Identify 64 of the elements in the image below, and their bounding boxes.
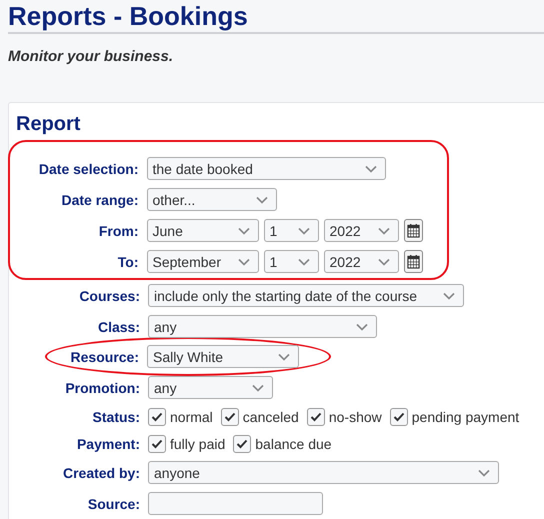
checkbox-label: pending payment xyxy=(412,408,520,424)
chevron-icon xyxy=(238,258,250,266)
field-label: Date selection: xyxy=(38,160,138,176)
check-icon xyxy=(151,412,163,422)
checkbox-label: fully paid xyxy=(170,436,226,452)
checkbox[interactable] xyxy=(233,434,252,452)
chevron-icon xyxy=(252,384,264,392)
checkbox-label: normal xyxy=(170,408,213,424)
checkbox-label: balance due xyxy=(255,436,332,452)
dropdown[interactable]: 2022 xyxy=(324,250,398,273)
field-label: Date range: xyxy=(60,192,138,208)
dropdown[interactable]: any xyxy=(148,315,377,338)
chevron-icon xyxy=(443,292,455,300)
check-icon xyxy=(224,412,236,422)
checkbox[interactable] xyxy=(390,408,408,426)
dropdown[interactable]: 1 xyxy=(264,219,318,242)
source-field[interactable] xyxy=(148,492,323,515)
field-label: Promotion: xyxy=(64,380,140,396)
checkbox-label: no-show xyxy=(328,408,382,424)
field-label: Source: xyxy=(86,496,140,512)
dropdown[interactable]: 2022 xyxy=(324,219,398,242)
check-icon xyxy=(151,438,163,448)
field-label: Courses: xyxy=(78,288,140,304)
chevron-icon xyxy=(364,164,376,172)
chevron-icon xyxy=(238,226,250,234)
checkbox[interactable] xyxy=(148,434,166,452)
field-label: Status: xyxy=(92,408,140,424)
section-heading: Report xyxy=(15,112,82,137)
dropdown[interactable]: other... xyxy=(146,188,276,211)
dropdown[interactable]: Sally White xyxy=(147,345,299,368)
calendar-button[interactable] xyxy=(404,250,422,273)
check-icon xyxy=(392,412,405,422)
checkbox-label: canceled xyxy=(242,408,299,424)
checkbox[interactable] xyxy=(220,408,239,426)
chevron-icon xyxy=(378,258,390,266)
calendar-button[interactable] xyxy=(404,219,422,242)
field-label: From: xyxy=(98,222,138,238)
dropdown[interactable]: the date booked xyxy=(146,157,386,180)
dropdown[interactable]: any xyxy=(148,376,273,399)
calendar-icon xyxy=(406,223,420,238)
dropdown[interactable]: June xyxy=(146,219,258,242)
field-label: Class: xyxy=(96,318,140,334)
chevron-icon xyxy=(478,468,490,476)
check-icon xyxy=(310,412,322,422)
dropdown[interactable]: September xyxy=(146,250,258,273)
chevron-icon xyxy=(356,322,368,330)
chevron-icon xyxy=(278,352,290,360)
field-label: Created by: xyxy=(62,464,140,480)
chevron-icon xyxy=(256,196,268,204)
calendar-icon xyxy=(406,254,420,269)
checkbox[interactable] xyxy=(306,408,325,426)
dropdown[interactable]: 1 xyxy=(264,250,318,273)
dropdown[interactable]: anyone xyxy=(148,461,499,484)
chevron-icon xyxy=(298,226,310,234)
chevron-icon xyxy=(298,258,310,266)
page-subtitle: Monitor your business. xyxy=(8,48,174,65)
field-label: To: xyxy=(116,254,138,270)
checkbox[interactable] xyxy=(148,408,166,426)
chevron-icon xyxy=(378,226,390,234)
page-title: Reports - Bookings xyxy=(8,0,544,34)
field-label: Resource: xyxy=(70,348,139,364)
field-label: Payment: xyxy=(76,436,140,452)
dropdown[interactable]: include only the starting date of the course xyxy=(148,284,464,307)
check-icon xyxy=(236,438,248,448)
